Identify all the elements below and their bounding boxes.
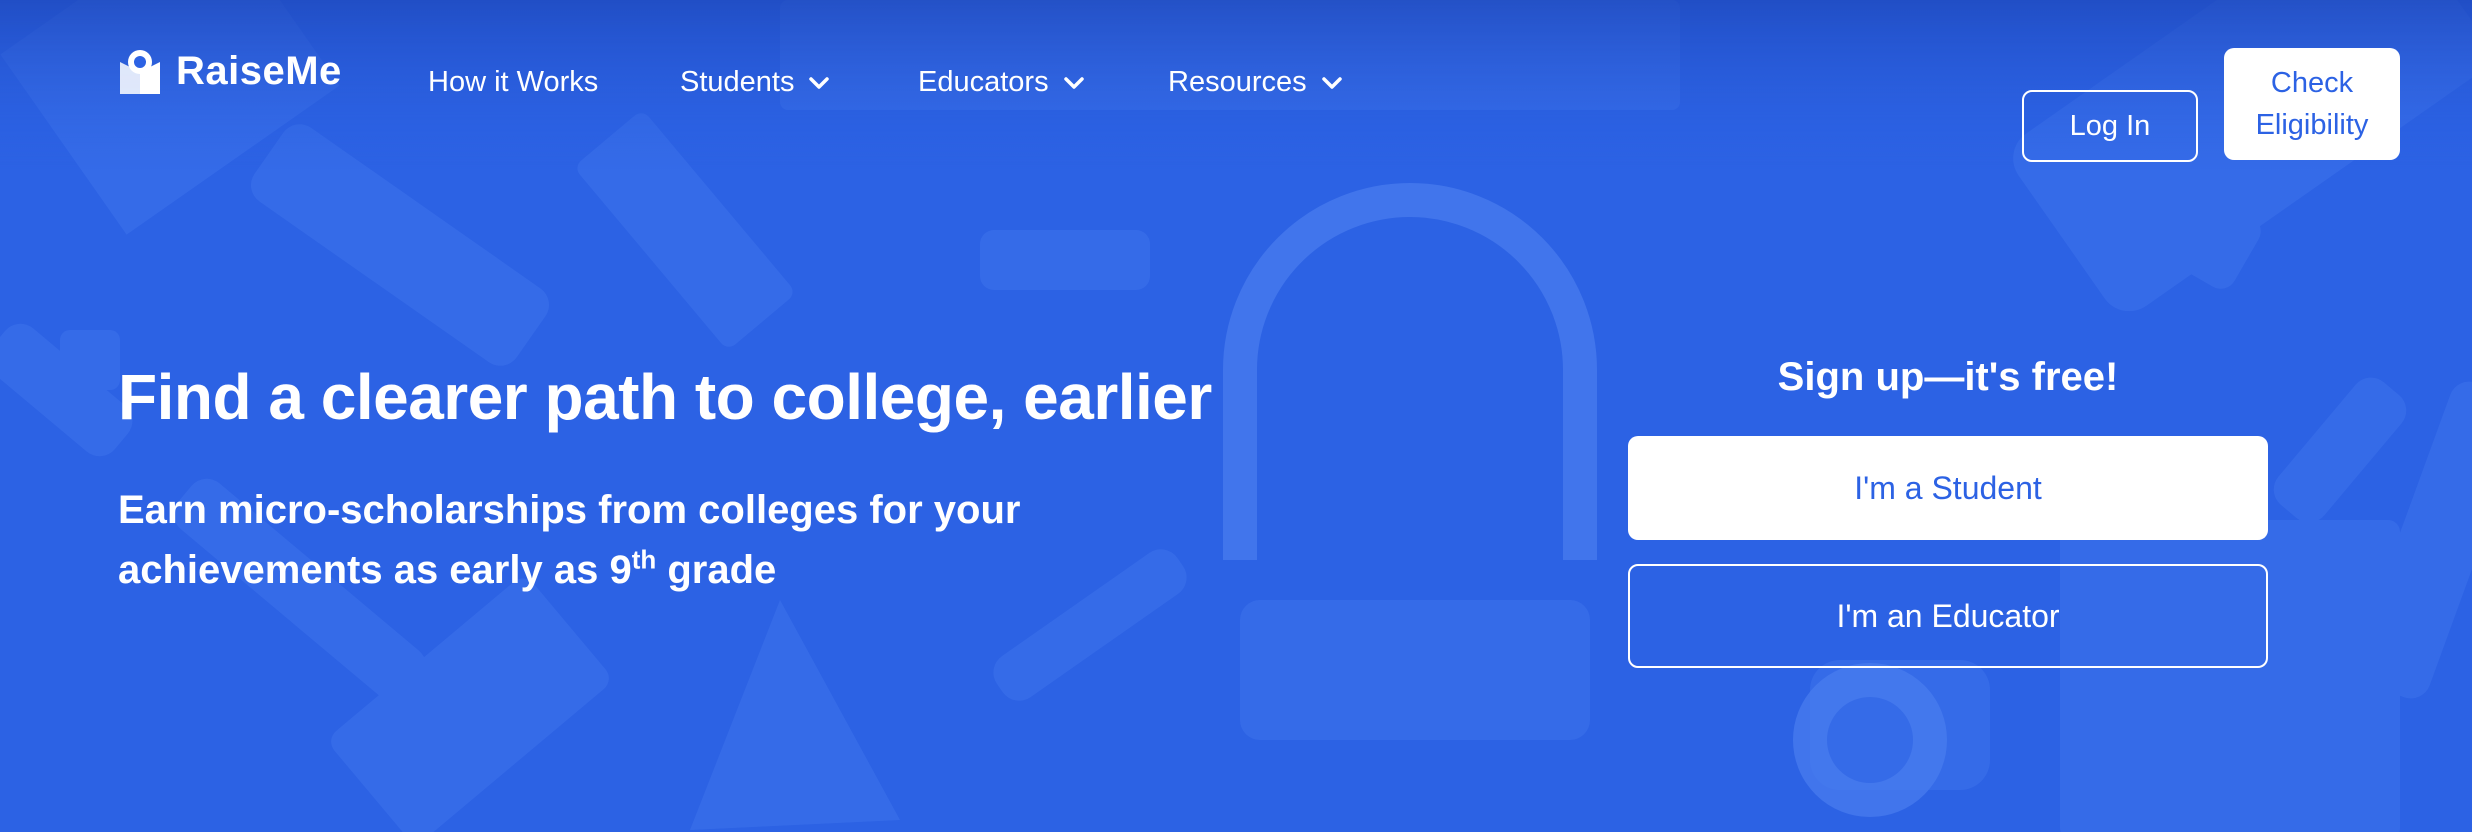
nav-item-educators[interactable]: Educators: [918, 66, 1085, 99]
check-eligibility-button[interactable]: Check Eligibility: [2224, 48, 2400, 160]
hero-subtitle-line2-start: achievements as early as 9: [118, 548, 632, 592]
hero-title: Find a clearer path to college, earlier: [118, 361, 1212, 433]
raiseme-logo-icon: [120, 50, 160, 94]
hero-subtitle-superscript: th: [631, 544, 657, 575]
login-button-label: Log In: [2069, 109, 2151, 142]
nav-item-students[interactable]: Students: [680, 66, 830, 99]
educator-signup-button[interactable]: I'm an Educator: [1628, 564, 2268, 668]
chevron-down-icon: [1321, 76, 1342, 89]
login-button[interactable]: Log In: [2022, 90, 2198, 162]
check-eligibility-label-line1: Check: [2270, 67, 2354, 99]
check-eligibility-label-line2: Eligibility: [2255, 109, 2369, 141]
chevron-down-icon: [1063, 76, 1084, 89]
brand-name: RaiseMe: [176, 48, 342, 93]
nav-item-label: Students: [680, 66, 795, 98]
hero-subtitle-line1: Earn micro-scholarships from colleges fo…: [118, 488, 1021, 532]
hero-subtitle-line2-end: grade: [656, 548, 777, 592]
nav-item-label: How it Works: [428, 66, 599, 98]
signup-title: Sign up—it's free!: [1777, 355, 2119, 399]
nav-item-label: Resources: [1168, 66, 1307, 98]
hero-subtitle: Earn micro-scholarships from colleges fo…: [118, 480, 1168, 600]
educator-signup-label: I'm an Educator: [1836, 597, 2060, 634]
nav-item-label: Educators: [918, 66, 1049, 98]
nav-item-resources[interactable]: Resources: [1168, 66, 1343, 99]
nav-item-how-it-works[interactable]: How it Works: [428, 66, 598, 99]
student-signup-button[interactable]: I'm a Student: [1628, 436, 2268, 540]
raiseme-logo[interactable]: RaiseMe: [118, 48, 342, 94]
chevron-down-icon: [809, 76, 830, 89]
top-navigation: RaiseMe How it Works Students Educators …: [0, 0, 2472, 162]
student-signup-label: I'm a Student: [1854, 469, 2042, 506]
